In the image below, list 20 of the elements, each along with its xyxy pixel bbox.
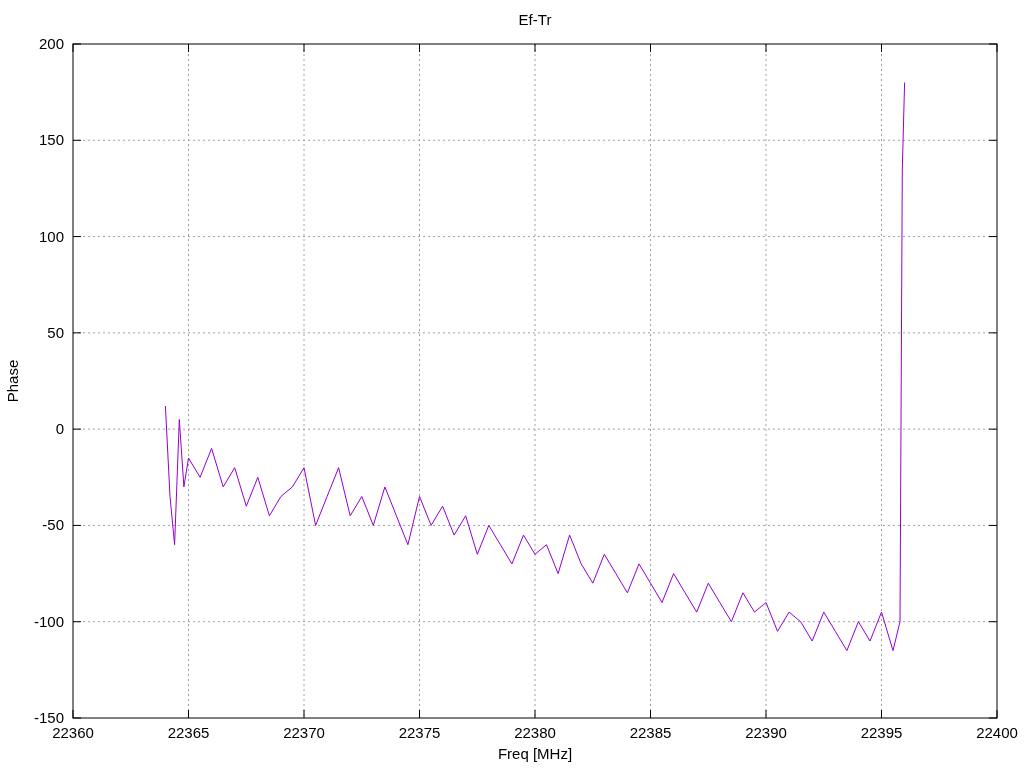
tick-label: 50 bbox=[47, 323, 64, 341]
tick-label: 22360 bbox=[52, 724, 94, 741]
tick-label: 22400 bbox=[976, 724, 1018, 741]
tick-label: 22390 bbox=[745, 724, 787, 741]
tick-label: 150 bbox=[38, 131, 64, 149]
tick-label: -100 bbox=[33, 612, 64, 630]
tick-label: 22370 bbox=[283, 724, 325, 741]
tick-label: 22380 bbox=[514, 724, 556, 741]
tick-label: -50 bbox=[42, 516, 64, 534]
tick-label: 200 bbox=[38, 35, 64, 52]
tick-label: 22375 bbox=[398, 724, 441, 741]
tick-label: 22385 bbox=[629, 724, 672, 741]
chart-title: Ef-Tr bbox=[518, 11, 552, 28]
tick-label: -150 bbox=[33, 709, 64, 726]
tick-label: 100 bbox=[38, 227, 64, 245]
tick-label: 22365 bbox=[167, 724, 210, 741]
y-axis-label: Phase bbox=[4, 359, 21, 403]
x-axis-label: Freq [MHz] bbox=[497, 745, 573, 762]
tick-label: 22395 bbox=[860, 724, 903, 741]
tick-label: 0 bbox=[55, 420, 64, 438]
